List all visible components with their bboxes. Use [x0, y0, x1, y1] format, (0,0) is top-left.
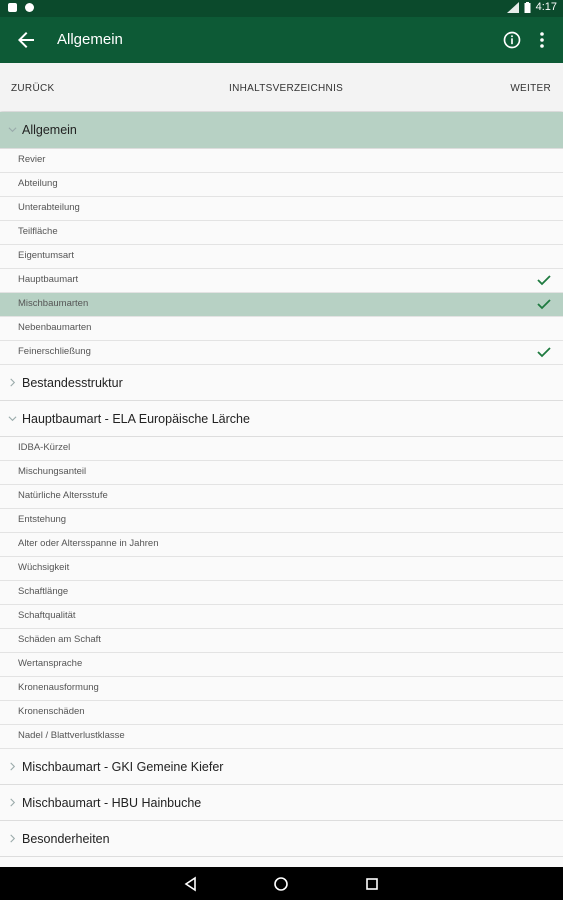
notification-icon [25, 3, 34, 12]
section-header[interactable]: Allgemein [0, 112, 563, 149]
chevron-right-icon [10, 798, 16, 806]
section-label: Besonderheiten [22, 831, 110, 846]
list-item[interactable]: Kronenschäden [0, 701, 563, 725]
list-item-label: Mischungsanteil [18, 466, 87, 477]
list-item-label: Mischbaumarten [18, 298, 89, 309]
chevron-down-icon [8, 127, 17, 133]
list-item-label: Teilfläche [18, 226, 58, 237]
list-item[interactable]: Nadel / Blattverlustklasse [0, 725, 563, 749]
arrow-back-icon[interactable] [14, 28, 38, 52]
list-item-label: Kronenschäden [18, 706, 85, 717]
list-item[interactable]: Kronenausformung [0, 677, 563, 701]
section-label: Mischbaumart - GKI Gemeine Kiefer [22, 759, 224, 774]
section-header[interactable]: Mischbaumart - GKI Gemeine Kiefer [0, 749, 563, 785]
app-bar: Allgemein [0, 17, 563, 63]
check-icon [537, 347, 551, 358]
list-item[interactable]: Hauptbaumart [0, 269, 563, 293]
signal-icon [506, 1, 519, 13]
check-icon [537, 299, 551, 310]
list-item[interactable]: Entstehung [0, 509, 563, 533]
list-item-label: Unterabteilung [18, 202, 80, 213]
section-label: Mischbaumart - HBU Hainbuche [22, 795, 202, 810]
back-button[interactable]: ZURÜCK [11, 83, 54, 94]
status-time: 4:17 [535, 1, 557, 13]
chevron-down-icon [8, 415, 17, 421]
section-label: Bestandesstruktur [22, 375, 123, 390]
notification-icon [8, 3, 17, 12]
list-item[interactable]: Schäden am Schaft [0, 629, 563, 653]
list-item-label: Entstehung [18, 514, 67, 525]
list-item[interactable]: Mischungsanteil [0, 461, 563, 485]
list-item[interactable]: Wüchsigkeit [0, 557, 563, 581]
list-item[interactable]: Wertansprache [0, 653, 563, 677]
list-item-label: Schaftlänge [18, 586, 69, 597]
list-item[interactable]: Unterabteilung [0, 197, 563, 221]
chevron-right-icon [10, 762, 16, 770]
section-header[interactable]: Bestandesstruktur [0, 365, 563, 401]
section-header[interactable]: Mischbaumart - HBU Hainbuche [0, 785, 563, 821]
nav-recents-icon[interactable] [364, 876, 380, 892]
list-item[interactable]: Alter oder Altersspanne in Jahren [0, 533, 563, 557]
list-item[interactable]: Revier [0, 149, 563, 173]
list-item[interactable]: Eigentumsart [0, 245, 563, 269]
list-item[interactable]: Abteilung [0, 173, 563, 197]
list-item[interactable]: Teilfläche [0, 221, 563, 245]
list-item[interactable]: Feinerschließung [0, 341, 563, 365]
more-vert-icon[interactable] [533, 30, 551, 50]
section-label: Hauptbaumart - ELA Europäische Lärche [22, 411, 250, 426]
status-bar: 4:17 [0, 0, 563, 17]
list-item-label: Revier [18, 154, 46, 165]
page-title: Allgemein [57, 31, 123, 48]
list-item-label: Nadel / Blattverlustklasse [18, 730, 125, 741]
list-item-label: Abteilung [18, 178, 58, 189]
system-nav-bar [0, 867, 563, 900]
list-item-label: Alter oder Altersspanne in Jahren [18, 538, 159, 549]
list-item[interactable]: Mischbaumarten [0, 293, 563, 317]
list-item-label: Wüchsigkeit [18, 562, 70, 573]
check-icon [537, 275, 551, 286]
list-item-label: Kronenausformung [18, 682, 99, 693]
list-item[interactable]: Natürliche Altersstufe [0, 485, 563, 509]
section-label: Allgemein [22, 123, 77, 137]
table-of-contents: Allgemein Revier Abteilung Unterabteilung Te… [0, 112, 563, 857]
section-header[interactable]: Besonderheiten [0, 821, 563, 857]
list-item[interactable]: Schaftlänge [0, 581, 563, 605]
list-item-label: Eigentumsart [18, 250, 74, 261]
list-item[interactable]: Nebenbaumarten [0, 317, 563, 341]
toc-button[interactable]: INHALTSVERZEICHNIS [229, 83, 343, 94]
list-item-label: Nebenbaumarten [18, 322, 92, 333]
info-icon[interactable] [502, 30, 522, 50]
list-item-label: Schäden am Schaft [18, 634, 101, 645]
chevron-right-icon [10, 378, 16, 386]
list-item-label: Wertansprache [18, 658, 83, 669]
next-button[interactable]: WEITER [510, 83, 551, 94]
battery-icon [524, 1, 531, 13]
list-item-label: Schaftqualität [18, 610, 76, 621]
list-item-label: Natürliche Altersstufe [18, 490, 108, 501]
list-item[interactable]: Schaftqualität [0, 605, 563, 629]
section-header[interactable]: Hauptbaumart - ELA Europäische Lärche [0, 401, 563, 437]
nav-back-icon[interactable] [183, 876, 199, 892]
list-item-label: Feinerschließung [18, 346, 91, 357]
nav-home-icon[interactable] [273, 876, 289, 892]
list-item-label: Hauptbaumart [18, 274, 79, 285]
list-item-label: IDBA-Kürzel [18, 442, 71, 453]
chevron-right-icon [10, 834, 16, 842]
navigation-row: ZURÜCK INHALTSVERZEICHNIS WEITER [0, 63, 563, 111]
list-item[interactable]: IDBA-Kürzel [0, 437, 563, 461]
